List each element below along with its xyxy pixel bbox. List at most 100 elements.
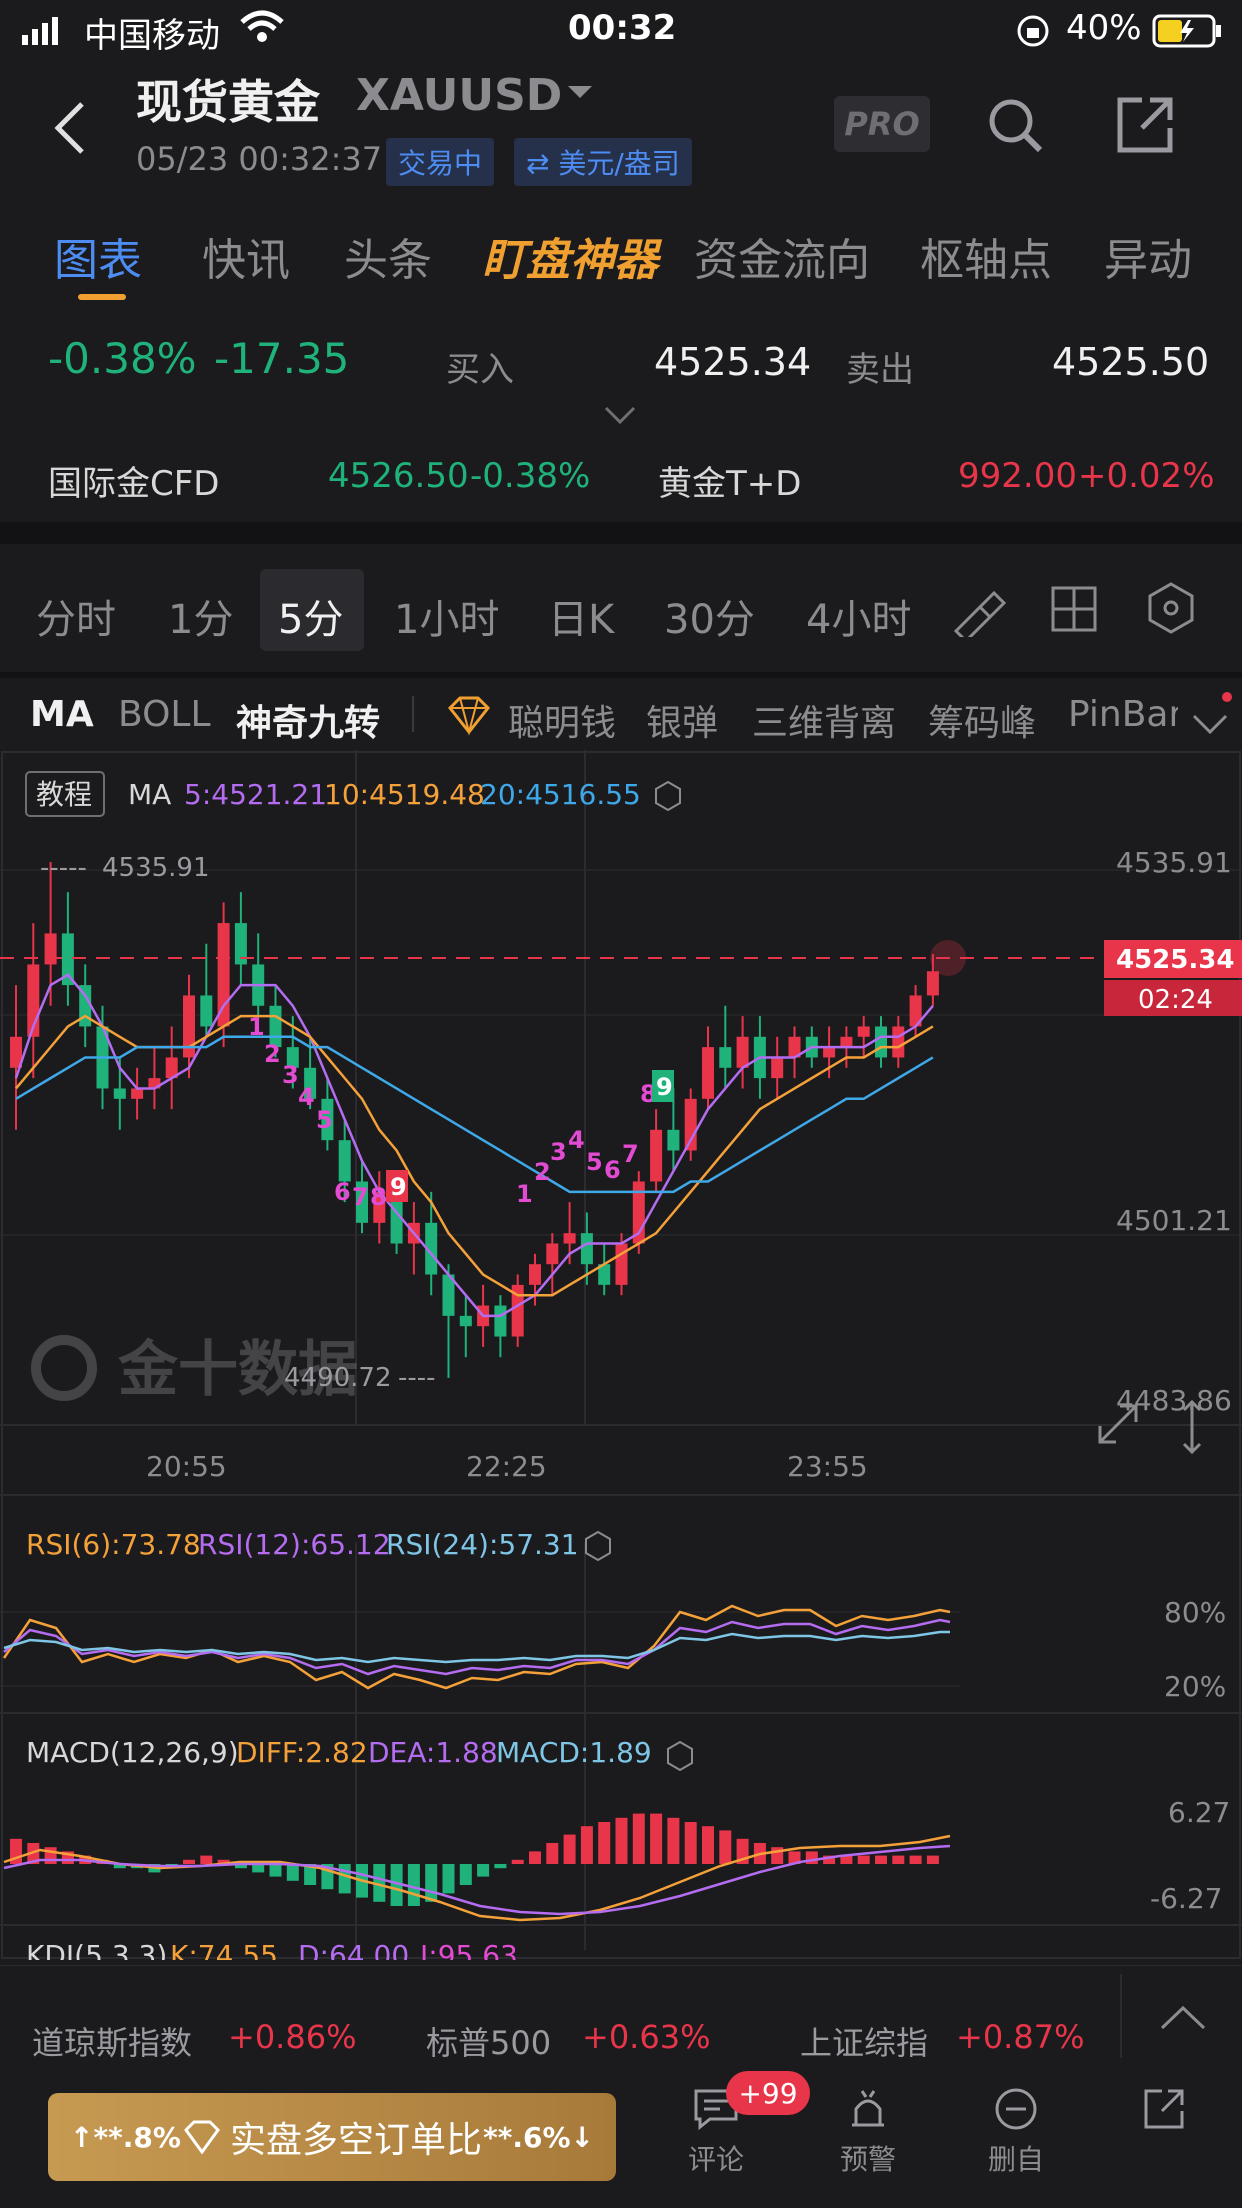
candlestick <box>165 1026 178 1110</box>
macd-bar <box>632 1813 645 1864</box>
ticker-name: 标普500 <box>426 2024 552 2062</box>
period-1m[interactable]: 1分 <box>168 587 233 645</box>
indicator-pinbar[interactable]: PinBar <box>1068 694 1178 735</box>
period-tick[interactable]: 分时 <box>36 587 116 645</box>
candlestick <box>788 1026 801 1079</box>
expand-chevron-icon[interactable] <box>604 406 636 430</box>
share-button[interactable] <box>1106 2087 1226 2138</box>
candlestick <box>857 1016 870 1058</box>
td-label: 5 <box>316 1106 333 1134</box>
macd-value: MACD:1.89 <box>496 1736 652 1769</box>
indicator-td9[interactable]: 神奇九转 <box>236 694 380 746</box>
kdj-d: D:64.00 <box>298 1939 409 1960</box>
indicator-boll[interactable]: BOLL <box>118 694 211 735</box>
min-price-label: 4490.72 <box>284 1363 392 1393</box>
macd-bar <box>477 1864 490 1877</box>
ticker-change: +0.87% <box>956 2018 1085 2056</box>
chart-canvas[interactable]: 金十数据 1 2 3 4 5 6 7 8 9 1 2 3 4 5 6 7 8 9 <box>0 750 1242 1972</box>
settings-hex-icon[interactable] <box>1146 581 1196 645</box>
tab-anomaly[interactable]: 异动 <box>1104 224 1192 288</box>
rsi-tick-low: 20% <box>1164 1670 1226 1703</box>
rsi-settings-icon[interactable] <box>585 1530 611 1562</box>
tab-pivot-points[interactable]: 枢轴点 <box>920 224 1052 288</box>
collapse-up-icon[interactable] <box>1160 2002 1206 2040</box>
macd-diff-line <box>3 1834 951 1922</box>
kdj-k: K:74.55 <box>170 1939 278 1960</box>
td-label: 7 <box>352 1183 369 1211</box>
diamond-icon <box>184 2120 220 2154</box>
candlestick <box>79 964 92 1048</box>
index-ticker[interactable]: 道琼斯指数 +0.86% 标普500 +0.63% 上证综指 +0.87% <box>0 1965 1242 2066</box>
status-bar: 中国移动 00:32 40% <box>0 0 1242 60</box>
macd-bar <box>269 1864 282 1877</box>
wifi-icon <box>240 10 284 53</box>
td-label: 8 <box>370 1183 387 1211</box>
macd-bar <box>494 1864 507 1869</box>
pro-button[interactable]: PRO <box>834 96 930 152</box>
candlestick <box>148 1047 161 1110</box>
macd-tick-low: -6.27 <box>1150 1882 1222 1915</box>
macd-bar <box>580 1826 593 1864</box>
tab-watch-tool[interactable]: 盯盘神器 <box>482 224 658 288</box>
order-ratio-button[interactable]: ↑**.8% 实盘多空订单比 **.6%↓ <box>48 2093 616 2181</box>
candlestick <box>459 1295 472 1358</box>
macd-settings-icon[interactable] <box>667 1740 693 1772</box>
ticker-name: 道琼斯指数 <box>32 2024 193 2062</box>
indicator-chip-peak[interactable]: 筹码峰 <box>928 694 1036 746</box>
back-icon[interactable] <box>50 98 90 162</box>
kdj-j: J:95.63 <box>418 1939 518 1960</box>
period-1h[interactable]: 1小时 <box>394 587 499 645</box>
chart-area[interactable]: 金十数据 1 2 3 4 5 6 7 8 9 1 2 3 4 5 6 7 8 9 <box>0 750 1242 1972</box>
macd-bar <box>407 1864 420 1906</box>
ma-settings-icon[interactable] <box>655 780 681 812</box>
macd-bar <box>338 1864 351 1894</box>
td-label[interactable]: 黄金T+D <box>658 456 801 505</box>
indicator-silver-bullet[interactable]: 银弹 <box>646 694 718 746</box>
alert-button[interactable]: 预警 <box>808 2087 928 2178</box>
search-icon[interactable] <box>986 96 1046 160</box>
layout-grid-icon[interactable] <box>1050 585 1098 643</box>
y-tick: 4501.21 <box>1116 1204 1232 1237</box>
macd-bar <box>892 1855 905 1864</box>
td-label: 5 <box>586 1148 603 1176</box>
period-30m[interactable]: 30分 <box>664 587 755 645</box>
tab-chart[interactable]: 图表 <box>54 224 142 288</box>
macd-bar <box>252 1864 265 1873</box>
tab-headlines[interactable]: 头条 <box>344 224 432 288</box>
period-5m[interactable]: 5分 <box>278 587 343 645</box>
x-tick: 20:55 <box>146 1450 227 1483</box>
more-chevron-icon[interactable] <box>1190 704 1230 745</box>
tab-capital-flow[interactable]: 资金流向 <box>694 224 870 288</box>
active-tab-indicator <box>78 294 126 300</box>
macd-bar <box>442 1864 455 1894</box>
comment-count-badge: +99 <box>726 2071 810 2115</box>
remove-watchlist-button[interactable]: 删自 <box>956 2087 1076 2178</box>
td-label: 9 <box>656 1073 673 1101</box>
max-price-label: 4535.91 <box>102 853 210 883</box>
new-dot-badge <box>1222 692 1232 702</box>
draw-tool-icon[interactable] <box>950 581 1007 647</box>
macd-bar <box>926 1855 939 1864</box>
rsi6-label: RSI(6):73.78 <box>26 1528 201 1561</box>
battery-percent: 40% <box>1066 8 1142 48</box>
macd-bar <box>425 1864 438 1902</box>
symbol-selector[interactable]: XAUUSD <box>356 70 562 121</box>
period-4h[interactable]: 4小时 <box>806 587 911 645</box>
candlestick <box>702 1026 714 1110</box>
minus-circle-icon <box>995 2088 1037 2130</box>
cfd-label[interactable]: 国际金CFD <box>48 456 219 505</box>
tab-flash-news[interactable]: 快讯 <box>202 224 290 288</box>
macd-bar <box>200 1855 213 1864</box>
unit-switch-chip[interactable]: ⇄ 美元/盎司 <box>514 138 692 186</box>
ma10-value: 10:4519.48 <box>324 778 485 811</box>
share-icon[interactable] <box>1114 94 1176 160</box>
indicator-ma[interactable]: MA <box>30 694 94 735</box>
period-selector: 分时 1分 5分 1小时 日K 30分 4小时 <box>0 545 1242 675</box>
indicator-smart-money[interactable]: 聪明钱 <box>508 694 616 746</box>
indicator-3d-divergence[interactable]: 三维背离 <box>752 694 896 746</box>
td-change: +0.02% <box>1078 456 1215 496</box>
countdown-text: 02:24 <box>1138 985 1213 1015</box>
period-daily[interactable]: 日K <box>548 587 614 645</box>
caret-down-icon[interactable] <box>566 84 594 106</box>
vertical-resize-icon[interactable] <box>1182 1399 1202 1455</box>
